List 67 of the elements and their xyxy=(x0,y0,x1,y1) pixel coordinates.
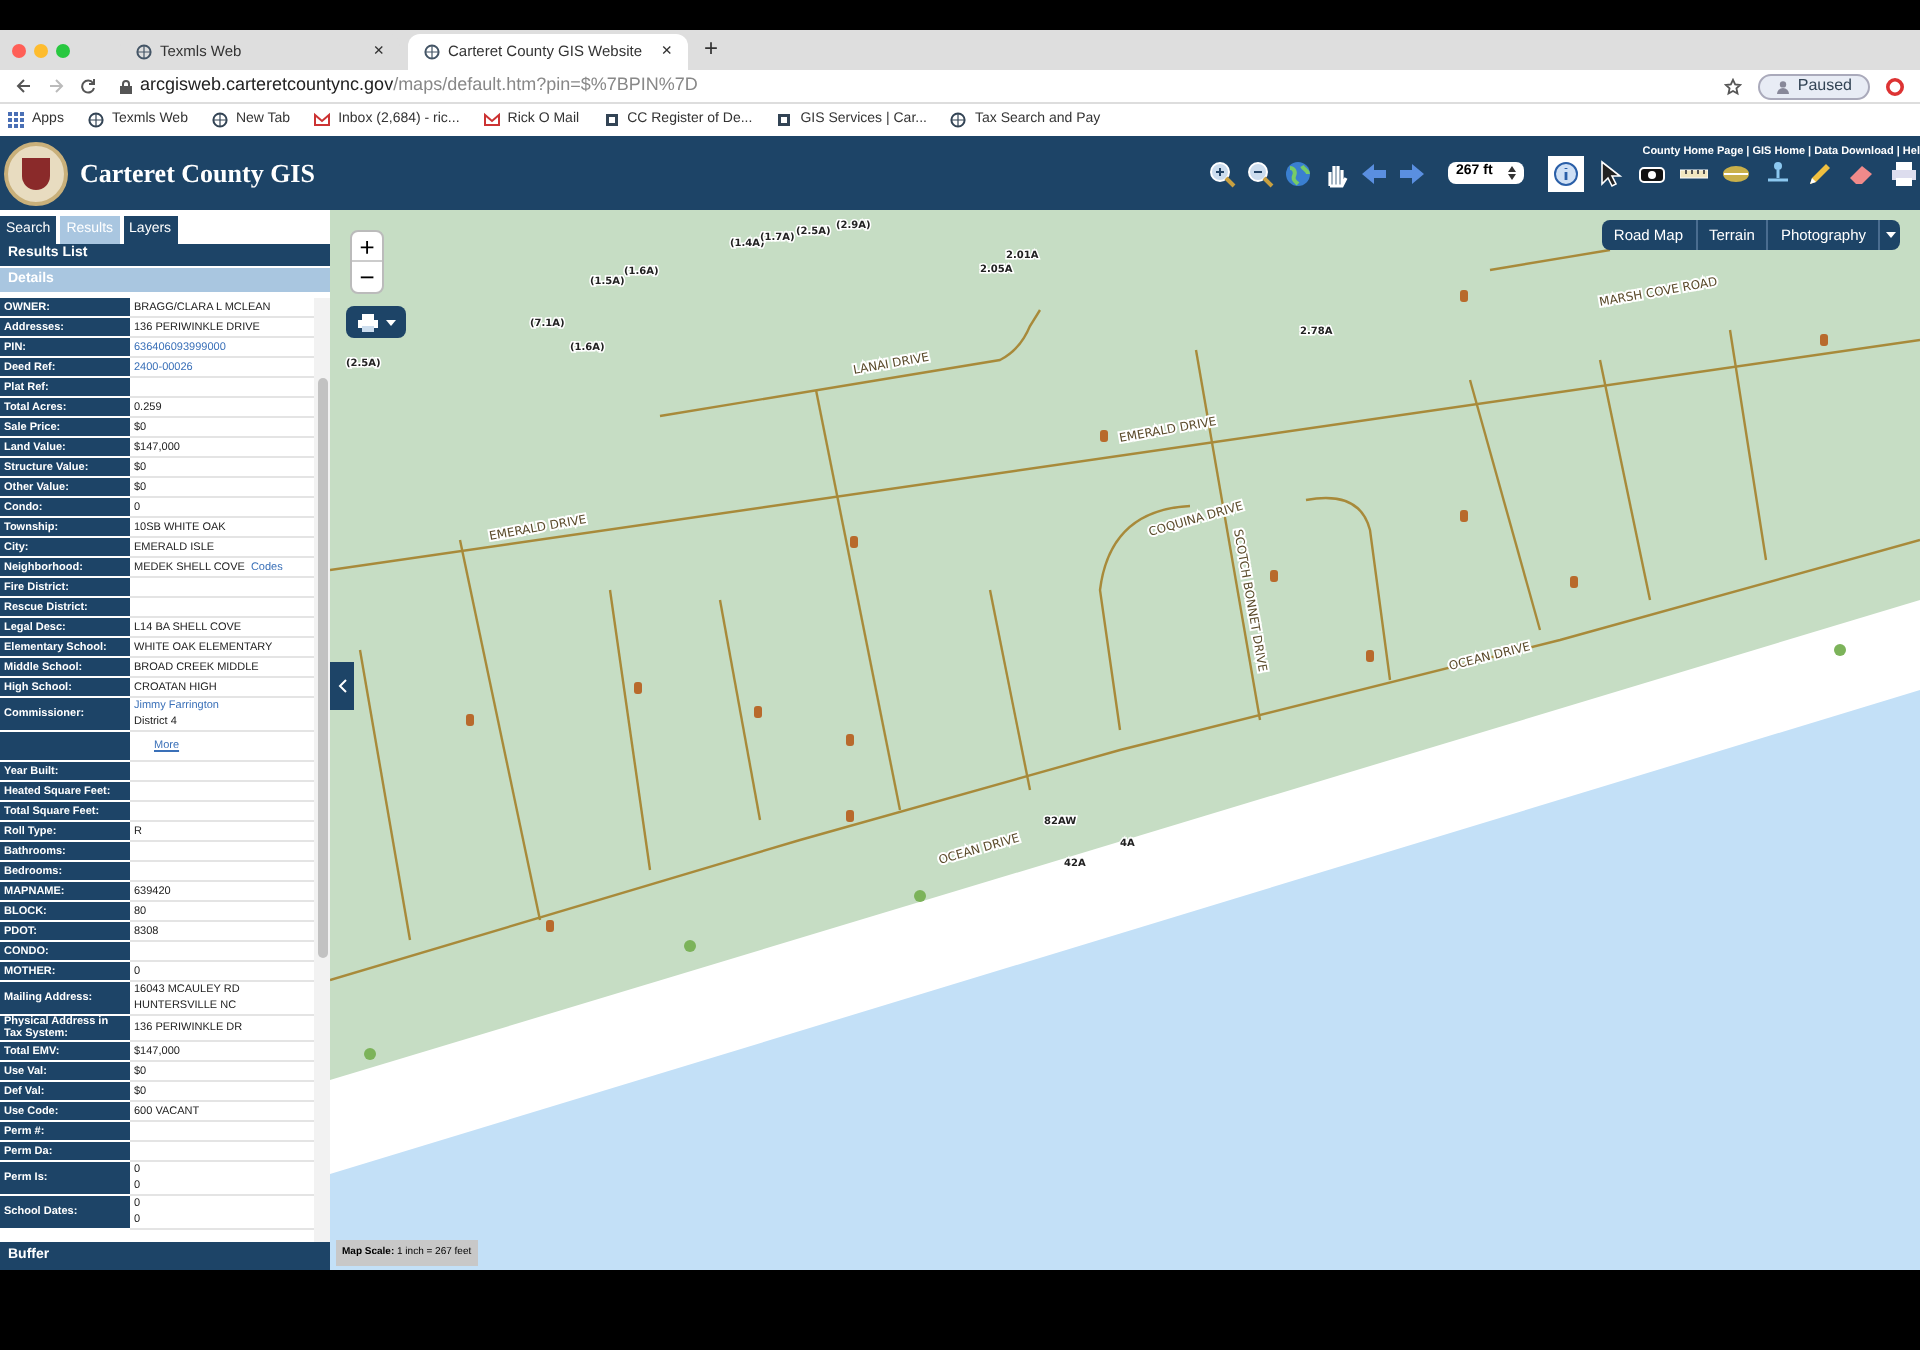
info-icon xyxy=(1552,159,1580,187)
tree-icon xyxy=(914,890,926,902)
stepper-arrows-icon xyxy=(1508,166,1516,180)
zoom-out-button[interactable]: − xyxy=(352,262,382,292)
print-button[interactable] xyxy=(346,306,406,338)
chevron-left-icon xyxy=(337,678,347,694)
address-marker-icon xyxy=(1570,576,1578,588)
printer-tool-button[interactable] xyxy=(1888,157,1920,189)
forward-arrow-icon xyxy=(1398,159,1426,187)
tree-icon xyxy=(684,940,696,952)
zoom-in-tool-button[interactable] xyxy=(1206,157,1238,189)
star-icon[interactable] xyxy=(1723,77,1742,95)
tree-icon xyxy=(1834,644,1846,656)
address-marker-icon xyxy=(1820,334,1828,346)
network-icon xyxy=(1764,159,1792,187)
reload-icon[interactable] xyxy=(80,78,96,94)
building-icon xyxy=(603,112,620,128)
apps-grid-icon xyxy=(8,112,24,128)
globe-icon xyxy=(211,112,228,128)
building-icon xyxy=(776,112,793,128)
printer-icon xyxy=(357,313,377,331)
app-title: Carteret County GIS xyxy=(80,155,315,192)
close-tab-button[interactable]: × xyxy=(373,38,384,66)
address-marker-icon xyxy=(466,714,474,726)
globe-icon xyxy=(950,112,967,128)
address-marker-icon xyxy=(1100,430,1108,442)
globe-icon[interactable] xyxy=(136,44,152,60)
address-marker-icon xyxy=(1366,650,1374,662)
pencil-icon xyxy=(1806,159,1834,187)
avatar-icon xyxy=(1775,79,1790,93)
globe-icon[interactable] xyxy=(424,44,440,60)
address-marker-icon xyxy=(1460,510,1468,522)
pointer-icon xyxy=(1596,159,1624,187)
zoom-out-icon xyxy=(1246,159,1274,187)
zoom-in-button[interactable]: + xyxy=(352,232,382,262)
address-marker-icon xyxy=(846,734,854,746)
new-tab-button[interactable]: + xyxy=(704,30,719,66)
address-marker-icon xyxy=(846,810,854,822)
address-marker-icon xyxy=(1270,570,1278,582)
caret-icon xyxy=(385,319,395,325)
mail-icon xyxy=(483,112,500,128)
collapse-panel-button[interactable] xyxy=(330,662,354,710)
scrollbar[interactable] xyxy=(314,298,330,1242)
address-marker-icon xyxy=(850,536,858,548)
zoom-out-tool-button[interactable] xyxy=(1244,157,1276,189)
address-bar[interactable]: arcgisweb.carteretcountync.gov/maps/default.htm?pin=$%7BPIN%7D xyxy=(112,73,1708,99)
address-marker-icon xyxy=(754,706,762,718)
globe-icon xyxy=(1284,159,1312,187)
address-marker-icon xyxy=(1460,290,1468,302)
back-icon[interactable] xyxy=(16,78,32,94)
globe-icon xyxy=(87,112,104,128)
address-marker-icon xyxy=(546,920,554,932)
info-tool-button[interactable] xyxy=(1548,155,1584,191)
address-marker-icon xyxy=(634,682,642,694)
back-arrow-icon xyxy=(1360,159,1388,187)
globe-tool-button[interactable] xyxy=(1282,157,1314,189)
caret-icon xyxy=(1885,232,1895,238)
tree-icon xyxy=(364,1048,376,1060)
zoom-in-icon xyxy=(1208,159,1236,187)
lock-icon xyxy=(120,79,132,93)
extension-icon[interactable] xyxy=(1886,77,1904,95)
close-tab-button[interactable]: × xyxy=(661,38,672,66)
county-seal-icon xyxy=(4,141,68,205)
printer-icon xyxy=(1890,159,1918,187)
mail-icon xyxy=(314,112,331,128)
profile-button[interactable]: Paused xyxy=(1757,73,1870,99)
road-line xyxy=(1489,248,1611,272)
